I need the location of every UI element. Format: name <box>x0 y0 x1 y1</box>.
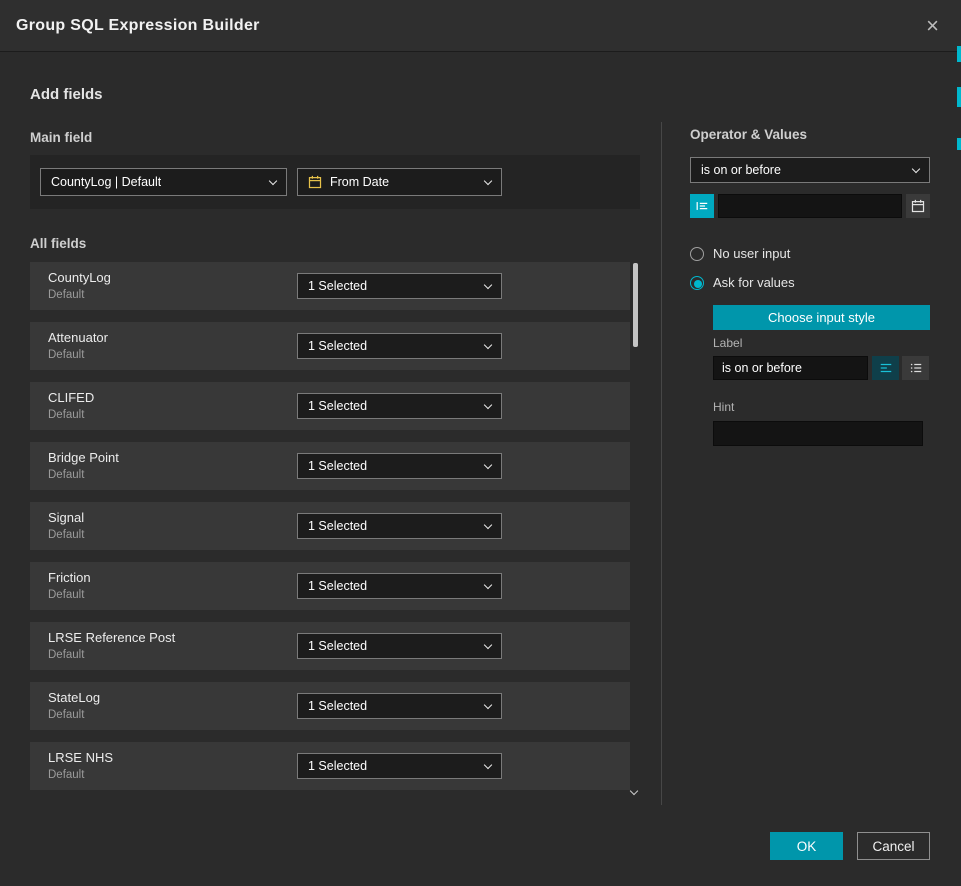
operator-dropdown-value: is on or before <box>701 163 781 177</box>
main-layer-dropdown[interactable]: CountyLog | Default <box>40 168 287 196</box>
title-bar: Group SQL Expression Builder × <box>0 0 961 52</box>
field-selected-value: 1 Selected <box>308 699 367 713</box>
edge-accent-mark <box>957 87 961 107</box>
field-selected-value: 1 Selected <box>308 759 367 773</box>
ok-button[interactable]: OK <box>770 832 843 860</box>
field-row: LRSE NHS Default 1 Selected <box>30 742 630 790</box>
operator-values-heading: Operator & Values <box>690 127 807 142</box>
label-input[interactable] <box>713 356 868 380</box>
field-selected-value: 1 Selected <box>308 339 367 353</box>
field-selected-dropdown[interactable]: 1 Selected <box>297 633 502 659</box>
field-row: StateLog Default 1 Selected <box>30 682 630 730</box>
field-row: Attenuator Default 1 Selected <box>30 322 630 370</box>
field-row: Signal Default 1 Selected <box>30 502 630 550</box>
input-style-text-button[interactable] <box>872 356 899 380</box>
hint-caption: Hint <box>713 400 734 414</box>
field-row: CLIFED Default 1 Selected <box>30 382 630 430</box>
vertical-divider <box>661 122 662 805</box>
list-scrollbar-thumb[interactable] <box>633 263 638 347</box>
value-input-type-button[interactable] <box>690 194 714 218</box>
scrollbar-down-arrow-icon[interactable] <box>630 787 638 795</box>
radio-no-user-input[interactable]: No user input <box>690 246 790 261</box>
field-selected-dropdown[interactable]: 1 Selected <box>297 393 502 419</box>
field-selected-dropdown[interactable]: 1 Selected <box>297 693 502 719</box>
choose-input-style-button[interactable]: Choose input style <box>713 305 930 330</box>
field-row: LRSE Reference Post Default 1 Selected <box>30 622 630 670</box>
chevron-down-icon <box>484 520 492 528</box>
label-caption: Label <box>713 336 742 350</box>
group-sql-expression-builder-dialog: Group SQL Expression Builder × Add field… <box>0 0 961 886</box>
date-field-calendar-icon <box>308 175 322 189</box>
chevron-down-icon <box>484 760 492 768</box>
edge-accent-mark <box>957 138 961 150</box>
radio-ask-for-values-label: Ask for values <box>713 275 795 290</box>
chevron-down-icon <box>484 176 492 184</box>
all-fields-list: CountyLog Default 1 Selected Attenuator … <box>30 262 630 802</box>
dialog-title: Group SQL Expression Builder <box>16 17 260 35</box>
chevron-down-icon <box>484 340 492 348</box>
chevron-down-icon <box>484 640 492 648</box>
input-field-icon <box>695 199 709 213</box>
field-selected-dropdown[interactable]: 1 Selected <box>297 273 502 299</box>
field-selected-value: 1 Selected <box>308 279 367 293</box>
main-field-label: Main field <box>30 130 92 145</box>
chevron-down-icon <box>484 280 492 288</box>
field-selected-dropdown[interactable]: 1 Selected <box>297 753 502 779</box>
field-selected-dropdown[interactable]: 1 Selected <box>297 333 502 359</box>
operator-dropdown[interactable]: is on or before <box>690 157 930 183</box>
chevron-down-icon <box>484 700 492 708</box>
close-icon[interactable]: × <box>920 15 945 37</box>
field-row: Friction Default 1 Selected <box>30 562 630 610</box>
value-input[interactable] <box>718 194 902 218</box>
hint-input[interactable] <box>713 421 923 446</box>
add-fields-heading: Add fields <box>30 86 103 103</box>
chevron-down-icon <box>269 176 277 184</box>
bullet-list-icon <box>909 361 923 375</box>
main-field-dropdown-value: From Date <box>330 175 389 189</box>
chevron-down-icon <box>912 164 920 172</box>
all-fields-label: All fields <box>30 236 86 251</box>
field-selected-value: 1 Selected <box>308 459 367 473</box>
field-selected-dropdown[interactable]: 1 Selected <box>297 573 502 599</box>
field-selected-value: 1 Selected <box>308 579 367 593</box>
field-selected-dropdown[interactable]: 1 Selected <box>297 453 502 479</box>
radio-no-user-input-label: No user input <box>713 246 790 261</box>
main-layer-dropdown-value: CountyLog | Default <box>51 175 161 189</box>
field-selected-value: 1 Selected <box>308 399 367 413</box>
chevron-down-icon <box>484 400 492 408</box>
radio-ask-for-values[interactable]: Ask for values <box>690 275 795 290</box>
edge-accent-mark <box>957 46 961 62</box>
input-style-list-button[interactable] <box>902 356 929 380</box>
cancel-button[interactable]: Cancel <box>857 832 930 860</box>
field-selected-dropdown[interactable]: 1 Selected <box>297 513 502 539</box>
calendar-icon <box>911 199 925 213</box>
field-row: Bridge Point Default 1 Selected <box>30 442 630 490</box>
chevron-down-icon <box>484 460 492 468</box>
radio-circle-selected <box>690 276 704 290</box>
chevron-down-icon <box>484 580 492 588</box>
main-field-panel: CountyLog | Default From Date <box>30 155 640 209</box>
text-lines-icon <box>879 361 893 375</box>
date-picker-button[interactable] <box>906 194 930 218</box>
main-field-dropdown[interactable]: From Date <box>297 168 502 196</box>
field-selected-value: 1 Selected <box>308 639 367 653</box>
field-selected-value: 1 Selected <box>308 519 367 533</box>
field-row: CountyLog Default 1 Selected <box>30 262 630 310</box>
radio-circle-unselected <box>690 247 704 261</box>
